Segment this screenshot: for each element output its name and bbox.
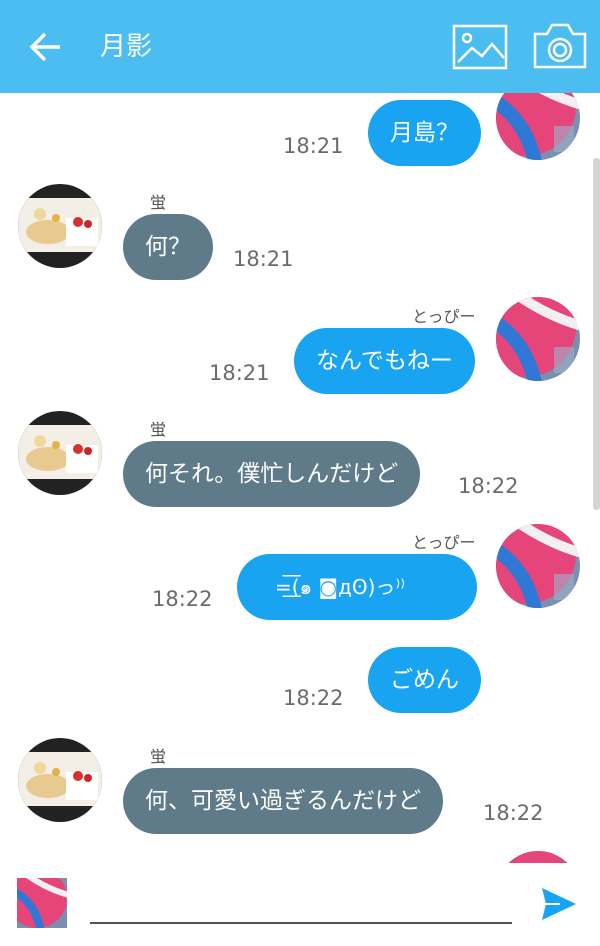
send-button[interactable] xyxy=(540,886,578,922)
message-text: ごめん xyxy=(390,667,459,693)
message-bubble[interactable]: 何？ xyxy=(123,214,213,280)
arrow-left-icon xyxy=(29,32,60,62)
message-time: 18:21 xyxy=(209,361,270,385)
message-bubble[interactable]: 何それ。僕忙しんだけど xyxy=(123,441,421,507)
my-avatar[interactable] xyxy=(496,524,580,608)
image-button[interactable] xyxy=(452,24,508,70)
message-bubble[interactable]: ごめん xyxy=(368,647,481,713)
message-bubble[interactable]: =͟͟͞͞(๑ ◙дʘ)っ⁾⁾ xyxy=(237,554,477,620)
send-icon xyxy=(542,888,576,920)
message-text: 何？ xyxy=(145,234,191,260)
message-time: 18:22 xyxy=(483,801,544,825)
message-time: 18:22 xyxy=(152,587,213,611)
message-bubble[interactable]: 何、可愛い過ぎるんだけど xyxy=(123,768,443,834)
composer-bar xyxy=(0,863,600,946)
my-avatar[interactable] xyxy=(496,93,580,160)
message-text: 何、可愛い過ぎるんだけど xyxy=(145,788,421,814)
sender-name: とっぴー xyxy=(412,307,476,326)
camera-icon xyxy=(533,23,587,69)
message-text: =͟͟͞͞(๑ ◙дʘ)っ⁾⁾ xyxy=(275,575,406,599)
message-time: 18:22 xyxy=(283,686,344,710)
image-icon xyxy=(452,24,508,70)
cake-photo-icon xyxy=(18,738,102,822)
message-time: 18:21 xyxy=(283,134,344,158)
friend-avatar[interactable] xyxy=(18,738,102,822)
scrollbar[interactable] xyxy=(593,158,600,510)
sender-name: とっぴー xyxy=(412,533,476,552)
volleyball-icon xyxy=(496,524,580,608)
message-text: 何それ。僕忙しんだけど xyxy=(145,461,399,487)
chat-title: 月影 xyxy=(100,32,153,62)
message-text: なんでもねー xyxy=(316,348,453,374)
top-bar: 月影 xyxy=(0,0,600,93)
volleyball-icon xyxy=(496,297,580,381)
message-input[interactable] xyxy=(90,922,512,924)
sender-name: 蛍 xyxy=(150,193,167,212)
volleyball-icon xyxy=(496,93,580,160)
friend-avatar[interactable] xyxy=(18,184,102,268)
volleyball-icon xyxy=(496,851,580,863)
sender-name: 蛍 xyxy=(150,420,167,439)
friend-avatar[interactable] xyxy=(18,411,102,495)
message-time: 18:21 xyxy=(233,247,294,271)
message-list[interactable]: 月島？ 18:21 蛍 何？ 18:21 とっぴー なんでもねー 18:21 蛍… xyxy=(0,93,600,863)
back-button[interactable] xyxy=(28,30,68,64)
message-time: 18:22 xyxy=(458,474,519,498)
cake-photo-icon xyxy=(18,184,102,268)
message-bubble[interactable]: 月島？ xyxy=(368,100,481,166)
my-avatar[interactable] xyxy=(496,851,580,863)
message-text: 月島？ xyxy=(390,120,459,146)
composer-avatar[interactable] xyxy=(17,878,67,928)
camera-button[interactable] xyxy=(532,22,588,70)
volleyball-icon xyxy=(17,878,67,928)
my-avatar[interactable] xyxy=(496,297,580,381)
message-bubble[interactable]: なんでもねー xyxy=(294,328,475,394)
cake-photo-icon xyxy=(18,411,102,495)
sender-name: 蛍 xyxy=(150,747,167,766)
